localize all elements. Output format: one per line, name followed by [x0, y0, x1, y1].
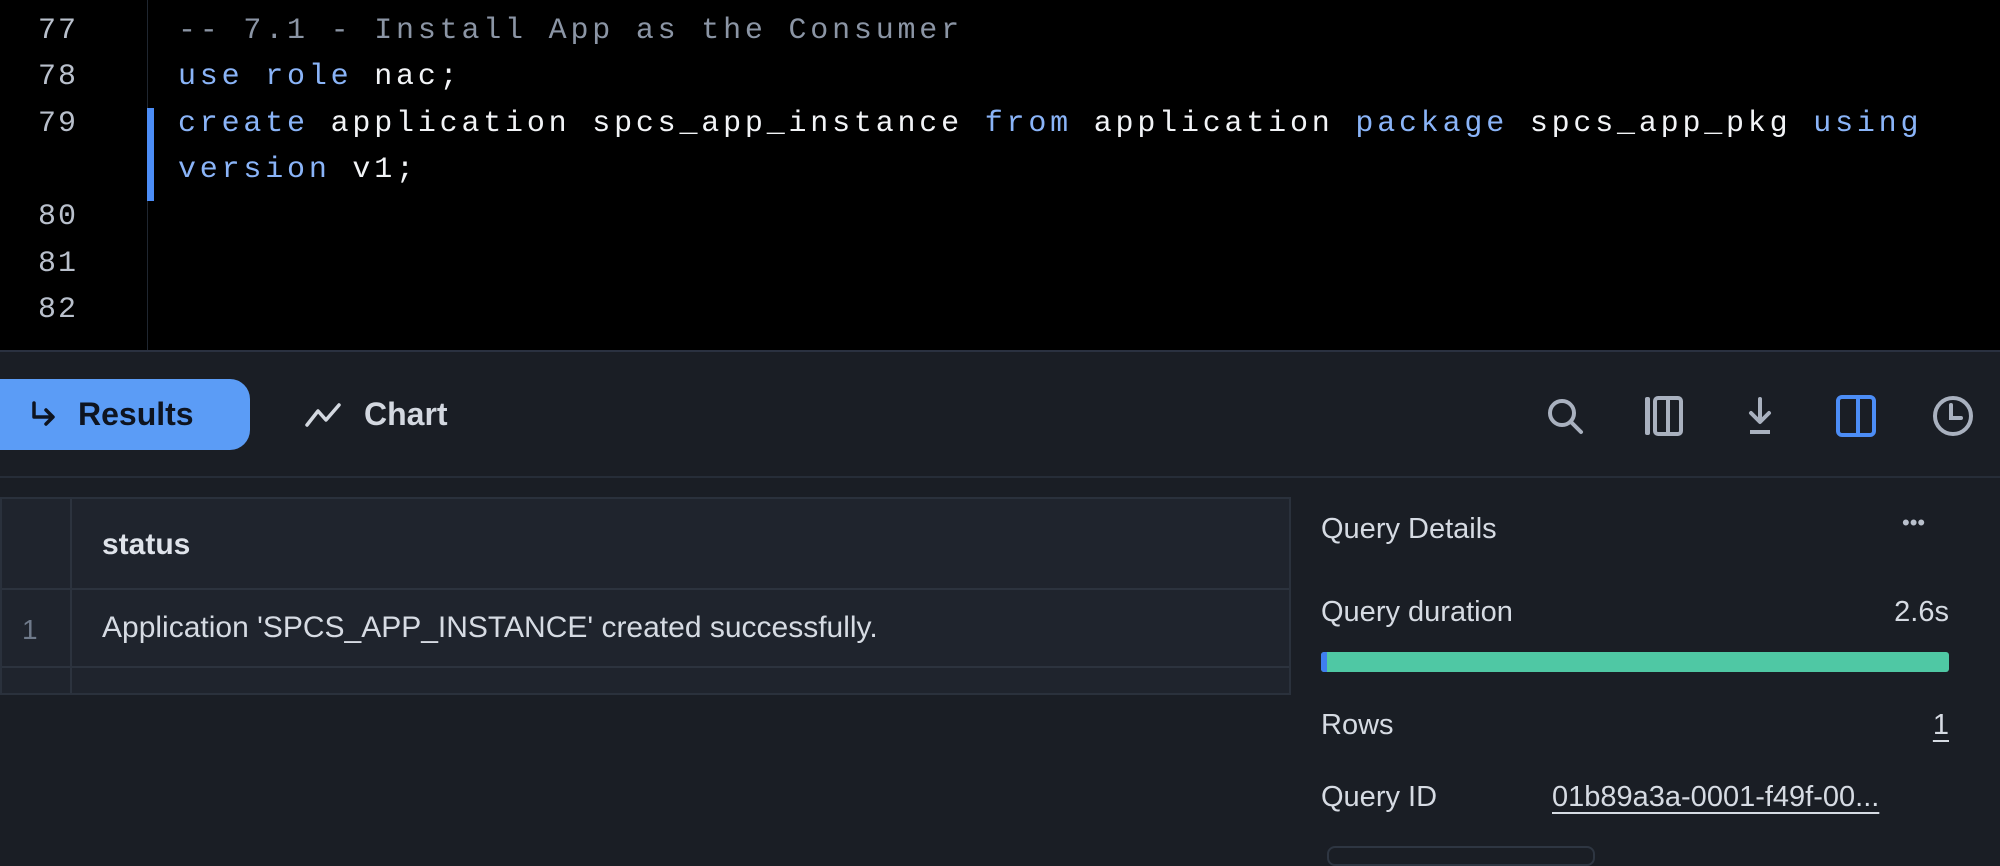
- line-number: 80: [37, 200, 78, 234]
- table-cell-status[interactable]: Application 'SPCS_APP_INSTANCE' created …: [102, 611, 878, 645]
- line-number: 79: [37, 107, 78, 141]
- tab-chart-label: Chart: [364, 396, 448, 432]
- line-number: 77: [37, 14, 78, 48]
- results-table: status 1 Application 'SPCS_APP_INSTANCE'…: [0, 497, 1291, 695]
- return-arrow-icon: [32, 400, 55, 426]
- history-clock-icon[interactable]: [1931, 394, 1975, 438]
- code-token: application: [1071, 107, 1356, 141]
- code-token: v1;: [330, 153, 418, 187]
- column-header-status[interactable]: status: [102, 528, 190, 562]
- comment-token: -- 7.1 - Install App as the Consumer: [178, 14, 963, 48]
- query-duration-bar[interactable]: [1321, 652, 1949, 672]
- rows-value-link[interactable]: 1: [1933, 709, 1949, 742]
- query-duration-value: 2.6s: [1894, 596, 1949, 628]
- rows-label: Rows: [1321, 709, 1394, 741]
- code-token: application spcs_app_instance: [308, 107, 985, 141]
- more-options-icon[interactable]: •••: [1902, 510, 1925, 536]
- row-number: 1: [22, 614, 38, 645]
- code-token: nac;: [352, 60, 462, 94]
- tab-chart[interactable]: Chart: [304, 379, 448, 450]
- code-line[interactable]: -- 7.1 - Install App as the Consumer: [178, 14, 963, 48]
- code-line[interactable]: create application spcs_app_instance fro…: [178, 107, 1922, 141]
- query-duration-label: Query duration: [1321, 596, 1513, 628]
- active-statement-marker: [147, 108, 154, 201]
- query-details-title: Query Details: [1321, 513, 1497, 545]
- keyword-token: using: [1813, 107, 1923, 141]
- keyword-token: use role: [178, 60, 353, 94]
- query-id-label: Query ID: [1321, 781, 1438, 813]
- panel-button[interactable]: [1327, 846, 1595, 866]
- line-number: 78: [37, 60, 78, 94]
- code-line[interactable]: use role nac;: [178, 60, 461, 94]
- sql-editor[interactable]: 77 -- 7.1 - Install App as the Consumer 78…: [0, 0, 2000, 352]
- download-icon[interactable]: [1738, 394, 1782, 438]
- keyword-token: from: [984, 107, 1072, 141]
- row-number-divider: [70, 499, 72, 693]
- keyword-token: package: [1355, 107, 1509, 141]
- columns-icon[interactable]: [1641, 394, 1685, 438]
- row-divider: [2, 666, 1289, 668]
- header-divider: [2, 588, 1289, 590]
- line-chart-icon: [305, 402, 341, 427]
- line-number: 82: [37, 293, 78, 327]
- code-token: spcs_app_pkg: [1508, 107, 1814, 141]
- keyword-token: version: [178, 153, 331, 187]
- tab-results-label: Results: [78, 396, 194, 432]
- split-panel-icon[interactable]: [1834, 394, 1878, 438]
- query-id-link[interactable]: 01b89a3a-0001-f49f-00...: [1552, 781, 1879, 814]
- keyword-token: create: [178, 107, 309, 141]
- line-number: 81: [37, 247, 78, 281]
- tab-results[interactable]: Results: [0, 379, 250, 450]
- toolbar-divider: [0, 476, 2000, 478]
- compile-segment: [1321, 652, 1328, 672]
- code-line[interactable]: version v1;: [178, 153, 418, 187]
- search-icon[interactable]: [1543, 394, 1587, 438]
